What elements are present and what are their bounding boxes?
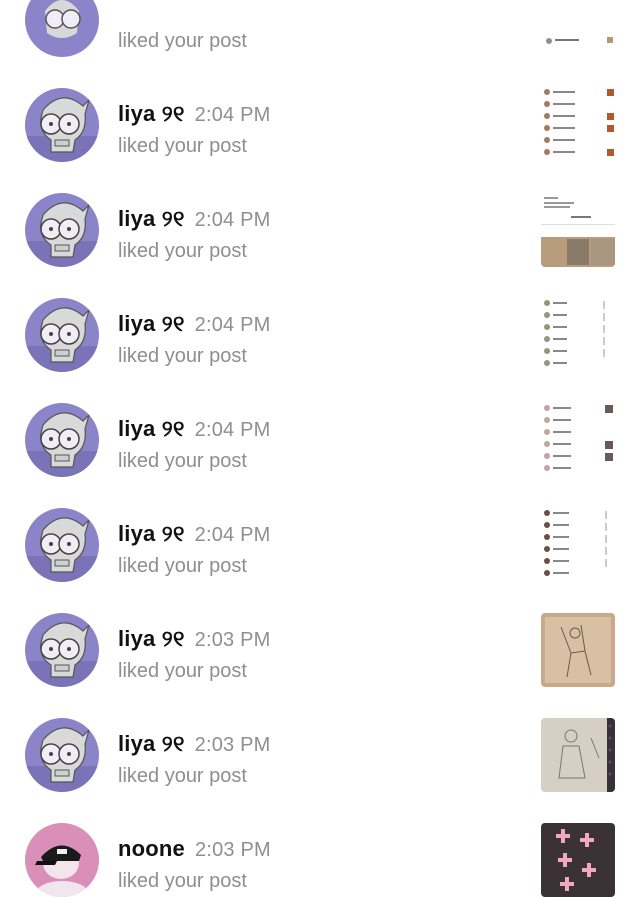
notification-row[interactable]: liya ୨୧ 2:04 PM liked your post xyxy=(0,45,640,162)
username[interactable]: liya ୨୧ 2:03 PM xyxy=(118,731,271,757)
timestamp: 2:03 PM xyxy=(195,839,271,861)
notification-row[interactable]: noone 2:03 PM liked your post xyxy=(0,780,640,897)
notification-row[interactable]: liya ୨୧ 2:04 PM liked your post xyxy=(0,360,640,477)
timestamp: 2:04 PM xyxy=(194,209,271,231)
username[interactable]: liya ୨୧ 2:04 PM xyxy=(118,206,271,232)
notification-row[interactable]: liya ୨୧ 2:03 PM liked your post xyxy=(0,570,640,687)
notification-row[interactable]: liya ୨୧ 2:03 PM liked your post xyxy=(0,675,640,792)
notification-list: liked your post liya ୨୧ 2:04 PM liked you… xyxy=(0,0,640,897)
username[interactable]: liya ୨୧ 2:03 PM xyxy=(118,626,271,652)
notification-row[interactable]: liked your post xyxy=(0,0,640,57)
username[interactable] xyxy=(118,0,128,22)
username[interactable]: liya ୨୧ 2:04 PM xyxy=(118,521,271,547)
post-thumbnail[interactable] xyxy=(541,823,615,897)
username[interactable]: liya ୨୧ 2:04 PM xyxy=(118,101,271,127)
username[interactable]: liya ୨୧ 2:04 PM xyxy=(118,416,271,442)
notification-row[interactable]: liya ୨୧ 2:04 PM liked your post xyxy=(0,255,640,372)
timestamp: 2:04 PM xyxy=(194,314,271,336)
timestamp: 2:04 PM xyxy=(194,104,271,126)
cap-avatar[interactable] xyxy=(25,823,99,897)
timestamp: 2:03 PM xyxy=(194,734,271,756)
timestamp: 2:03 PM xyxy=(194,629,271,651)
action-text: liked your post xyxy=(118,870,247,892)
username[interactable]: noone 2:03 PM xyxy=(118,836,271,862)
notification-row[interactable]: liya ୨୧ 2:04 PM liked your post xyxy=(0,465,640,582)
timestamp: 2:04 PM xyxy=(194,524,271,546)
timestamp: 2:04 PM xyxy=(194,419,271,441)
username[interactable]: liya ୨୧ 2:04 PM xyxy=(118,311,271,337)
notification-row[interactable]: liya ୨୧ 2:04 PM liked your post xyxy=(0,150,640,267)
